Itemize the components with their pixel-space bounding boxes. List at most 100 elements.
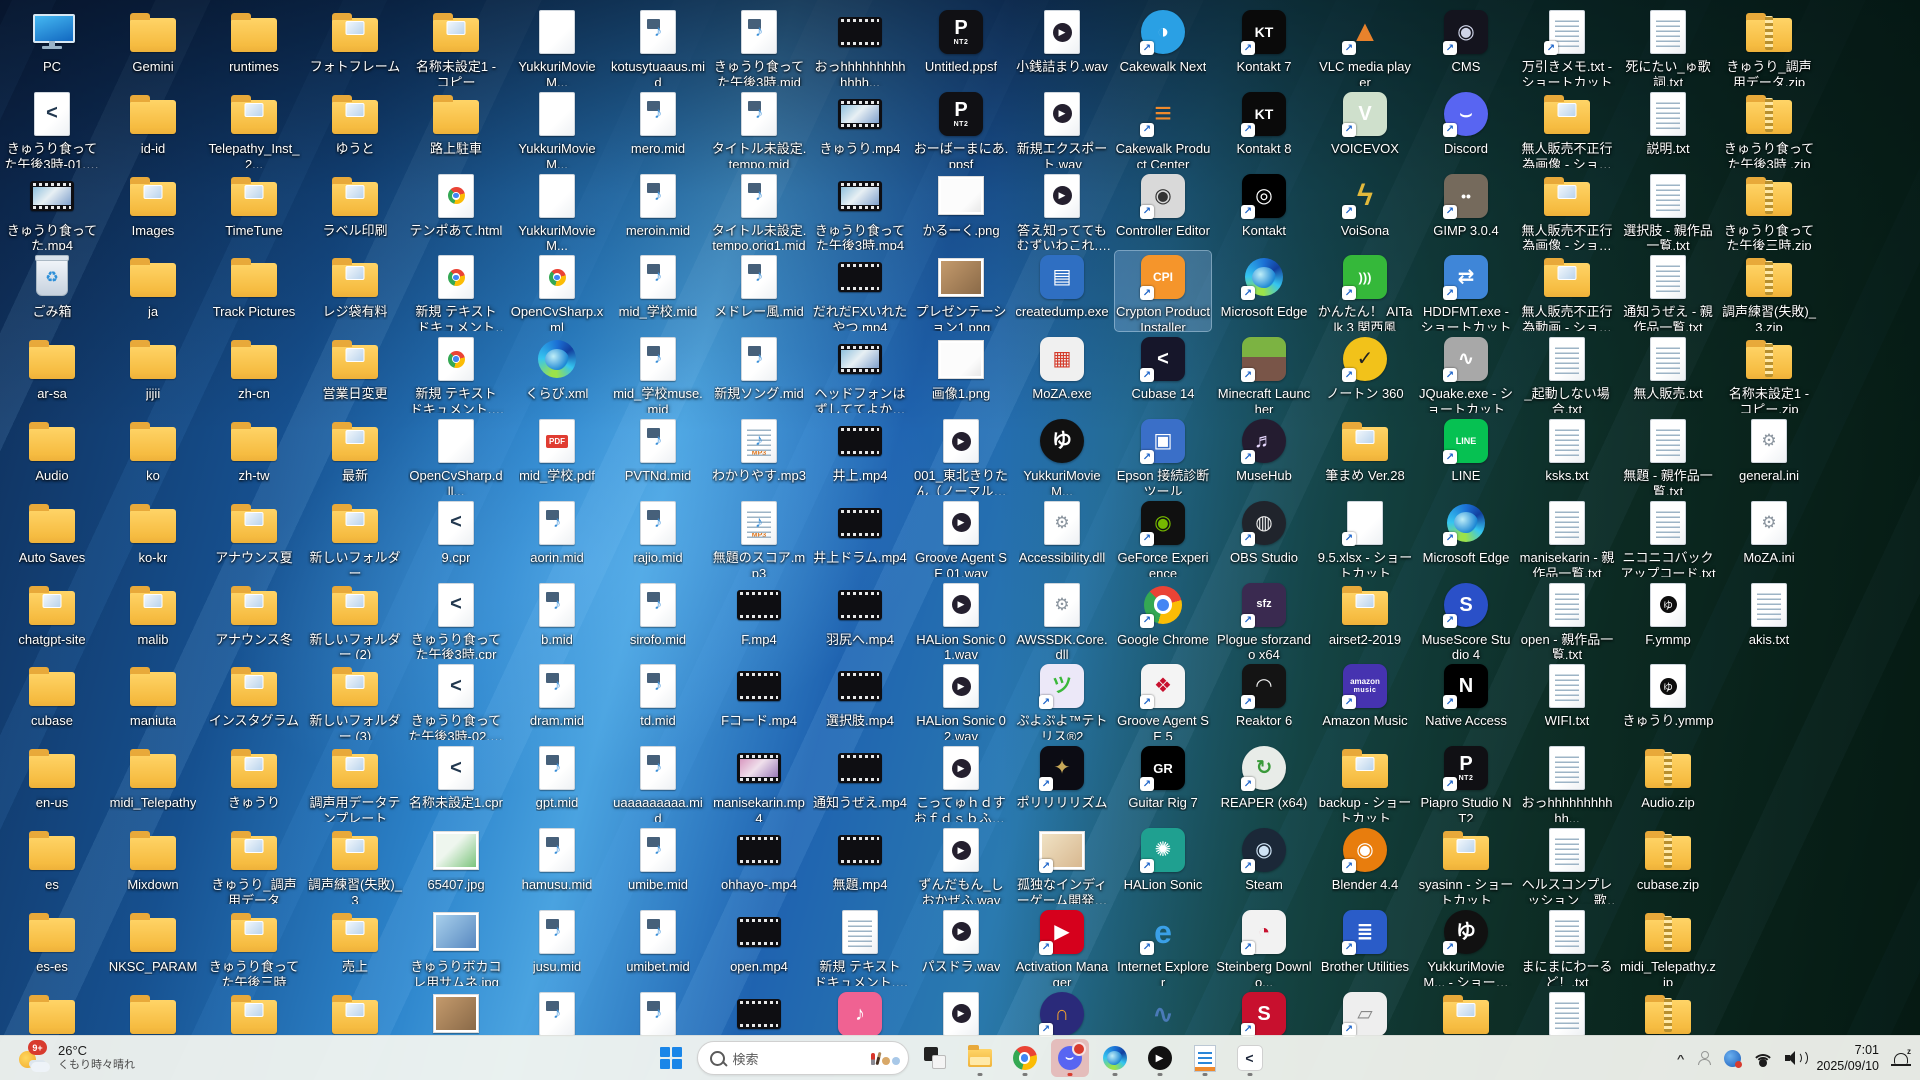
desktop-icon-Fコード.mp4[interactable]: Fコード.mp4 [711,660,807,740]
desktop-icon-売上[interactable]: 売上 [307,906,403,986]
desktop-icon-こってゅｈｄすおｆｄｓｂふぉ.wav[interactable]: ▶ こってゅｈｄすおｆｄｓｂふぉ.wav [913,742,1009,822]
desktop-icon-es-es[interactable]: es-es [4,906,100,986]
search-box[interactable]: 検索 [696,1041,909,1075]
desktop-icon-general.ini[interactable]: ⚙ general.ini [1721,415,1817,495]
desktop-icon-OpenCvSharp.xml[interactable]: OpenCvSharp.xml [509,251,605,331]
desktop-icon-mid_学校muse.mid[interactable]: ♪ mid_学校muse.mid [610,333,706,413]
desktop-icon-きゅうり食ってた.mp4[interactable]: きゅうり食ってた.mp4 [4,170,100,250]
desktop-icon-きゅうり食ってた午後三時[interactable]: きゅうり食ってた午後三時 [206,906,302,986]
desktop-icon-MoZA.ini[interactable]: ⚙ MoZA.ini [1721,497,1817,577]
desktop-icon-hamusu.mid[interactable]: ♪ hamusu.mid [509,824,605,904]
desktop-icon-midi_Telepathy[interactable]: midi_Telepathy [105,742,201,822]
desktop-icon-cubase.zip[interactable]: cubase.zip [1620,824,1716,904]
desktop-icon-選択肢.mp4[interactable]: 選択肢.mp4 [812,660,908,740]
desktop-icon-きゅうり食ってた午後3時.mid[interactable]: ♪ きゅうり食ってた午後3時.mid [711,6,807,86]
desktop-icon-くらび.xml[interactable]: くらび.xml [509,333,605,413]
desktop-icon-きゅうり食ってた午後3時.mp4[interactable]: きゅうり食ってた午後3時.mp4 [812,170,908,250]
desktop-icon-説明.txt[interactable]: 説明.txt [1620,88,1716,168]
taskbar-app-google-chrome[interactable] [1006,1039,1044,1077]
desktop-icon-Amazon Music[interactable]: amazon music ↗ Amazon Music [1317,660,1413,740]
desktop-icon-Discord[interactable]: ⌣ ↗ Discord [1418,88,1514,168]
desktop-icon-ko[interactable]: ko [105,415,201,495]
tray-app-icon[interactable] [1724,1049,1743,1068]
desktop-icon-パスドラ.wav[interactable]: ▶ パスドラ.wav [913,906,1009,986]
desktop-icon-HALion Sonic 01.wav[interactable]: ▶ HALion Sonic 01.wav [913,579,1009,659]
desktop-icon-テンポあて.html[interactable]: テンポあて.html [408,170,504,250]
desktop-icon-羽尻へ.mp4[interactable]: 羽尻へ.mp4 [812,579,908,659]
desktop-icon-メドレー風.mid[interactable]: ♪ メドレー風.mid [711,251,807,331]
desktop-icon-Cakewalk Next[interactable]: ◑ ↗ Cakewalk Next [1115,6,1211,86]
desktop-icon-きゅうり食ってた午後三時.zip[interactable]: きゅうり食ってた午後三時.zip [1721,170,1817,250]
desktop-icon-Microsoft Edge[interactable]: ↗ Microsoft Edge [1216,251,1312,331]
taskbar-app-file-explorer[interactable] [961,1039,999,1077]
desktop-icon-uaaaaaaaaa.mid[interactable]: ♪ uaaaaaaaaa.mid [610,742,706,822]
desktop-icon-Internet Explorer[interactable]: e ↗ Internet Explorer [1115,906,1211,986]
desktop-icon-ポリリリリズム[interactable]: ✦ ↗ ポリリリリズム [1014,742,1110,822]
desktop-icon-Steam[interactable]: ◉ ↗ Steam [1216,824,1312,904]
desktop-icon-mid_学校.pdf[interactable]: PDF mid_学校.pdf [509,415,605,495]
desktop-icon-調声練習(失敗)_3[interactable]: 調声練習(失敗)_3 [307,824,403,904]
desktop-icon-open.mp4[interactable]: open.mp4 [711,906,807,986]
desktop-icon-manisekarin.mp4[interactable]: manisekarin.mp4 [711,742,807,822]
desktop-icon-きゅうりボカコレ用サムネ.jpg[interactable]: きゅうりボカコレ用サムネ.jpg [408,906,504,986]
weather-widget[interactable]: 9+ 26°C くもり時々晴れ [12,1036,141,1080]
desktop-icon-おっhhhhhhhhhhh...[interactable]: おっhhhhhhhhhhh... [1519,742,1615,822]
desktop-icon-F.ymmp[interactable]: ゆ F.ymmp [1620,579,1716,659]
desktop-icon-kotusytuaaus.mid[interactable]: ♪ kotusytuaaus.mid [610,6,706,86]
desktop-icon-Activation Manager[interactable]: ▶ ↗ Activation Manager [1014,906,1110,986]
desktop-icon-ノートン 360[interactable]: ✓ ↗ ノートン 360 [1317,333,1413,413]
desktop-icon-かんたん！ AITalk 3 関西風[interactable]: ))) ↗ かんたん！ AITalk 3 関西風 [1317,251,1413,331]
desktop-icon-路上駐車[interactable]: 路上駐車 [408,88,504,168]
desktop-icon-Audio.zip[interactable]: Audio.zip [1620,742,1716,822]
desktop-icon-きゅうり食ってた午後3時-01.cpr[interactable]: < きゅうり食ってた午後3時-01.cpr [4,88,100,168]
desktop-icon-VLC media player[interactable]: ▲ ↗ VLC media player [1317,6,1413,87]
desktop-icon-ar-sa[interactable]: ar-sa [4,333,100,413]
desktop-icon-新規ソング.mid[interactable]: ♪ 新規ソング.mid [711,333,807,413]
desktop-icon-midi_Telepathy.zip[interactable]: midi_Telepathy.zip [1620,906,1716,986]
desktop-icon-Plogue sforzando x64[interactable]: sfz ↗ Plogue sforzando x64 [1216,579,1312,659]
desktop-icon-open - 親作品一覧.txt[interactable]: open - 親作品一覧.txt [1519,579,1615,659]
desktop-icon-mid_学校.mid[interactable]: ♪ mid_学校.mid [610,251,706,331]
desktop-icon-_起動しない場合.txt[interactable]: _起動しない場合.txt [1519,333,1615,413]
desktop-icon-Native Access[interactable]: N ↗ Native Access [1418,660,1514,740]
desktop-icon-Audio[interactable]: Audio [4,415,100,495]
desktop-icon-きゅうり.mp4[interactable]: きゅうり.mp4 [812,88,908,168]
desktop-icon-OpenCvSharp.dll...[interactable]: OpenCvSharp.dll... [408,415,504,495]
desktop-icon-PVTNd.mid[interactable]: ♪ PVTNd.mid [610,415,706,495]
desktop-icon-Telepathy_Inst_2...[interactable]: Telepathy_Inst_2... [206,88,302,168]
taskbar-app-discord[interactable]: ⌣ [1050,1039,1089,1077]
desktop-icon-HALion Sonic[interactable]: ✺ ↗ HALion Sonic [1115,824,1211,904]
desktop-icon-VOICEVOX[interactable]: V ↗ VOICEVOX [1317,88,1413,168]
desktop-icon-きゅうり_調声用データ[interactable]: きゅうり_調声用データ [206,824,302,904]
desktop-icon-Kontakt[interactable]: ◎ ↗ Kontakt [1216,170,1312,250]
desktop-icon-きゅうり.ymmp[interactable]: ゆきゅうり.ymmp [1620,660,1716,740]
desktop-icon-umibe.mid[interactable]: ♪ umibe.mid [610,824,706,904]
desktop-icon-ずんだもん_しおかぜふ.wav[interactable]: ▶ ずんだもん_しおかぜふ.wav [913,824,1009,904]
desktop-icon-ksks.txt[interactable]: ksks.txt [1519,415,1615,495]
volume-icon[interactable] [1785,1049,1809,1067]
desktop-icon-ko-kr[interactable]: ko-kr [105,497,201,577]
desktop-icon-NKSC_PARAM[interactable]: NKSC_PARAM [105,906,201,986]
desktop-icon-名称未設定1 - コピー.zip[interactable]: 名称未設定1 - コピー.zip [1721,333,1817,413]
desktop-icon-MoZA.exe[interactable]: ▦ MoZA.exe [1014,333,1110,413]
desktop-icon-Accessibility.dll[interactable]: ⚙ Accessibility.dll [1014,497,1110,577]
notification-bell-icon[interactable]: z [1891,1047,1911,1066]
desktop-icon-zh-tw[interactable]: zh-tw [206,415,302,495]
desktop-icon-答え知っててもむずいわこれ.wav[interactable]: ▶ 答え知っててもむずいわこれ.wav [1014,170,1110,250]
desktop-icon-aorin.mid[interactable]: ♪ aorin.mid [509,497,605,577]
desktop-icon-万引きメモ.txt - ショートカット[interactable]: ↗ 万引きメモ.txt - ショートカット [1519,6,1615,86]
desktop-icon-Kontakt 8[interactable]: KT ↗ Kontakt 8 [1216,88,1312,168]
desktop-icon-YukkuriMovieM...[interactable]: YukkuriMovieM... [509,88,605,168]
desktop-icon-無題 - 親作品一覧.txt[interactable]: 無題 - 親作品一覧.txt [1620,415,1716,495]
desktop-icon-9.cpr[interactable]: <9.cpr [408,497,504,577]
desktop-icon-MuseHub[interactable]: ♬ ↗ MuseHub [1216,415,1312,495]
desktop-icon-新しいフォルダー (3)[interactable]: 新しいフォルダー (3) [307,660,403,740]
desktop-icon-新規 テキスト ドキュメント.html[interactable]: 新規 テキスト ドキュメント.html [408,333,504,413]
desktop-icon-gpt.mid[interactable]: ♪ gpt.mid [509,742,605,822]
desktop-icon-無題.mp4[interactable]: 無題.mp4 [812,824,908,904]
desktop-icon-runtimes[interactable]: runtimes [206,6,302,86]
desktop-icon-es[interactable]: es [4,824,100,904]
desktop-icon-ニコニコバックアップコード.txt[interactable]: ニコニコバックアップコード.txt [1620,497,1716,577]
desktop-icon-cubase[interactable]: cubase [4,660,100,740]
desktop-icon-選択肢 - 親作品一覧.txt[interactable]: 選択肢 - 親作品一覧.txt [1620,170,1716,250]
